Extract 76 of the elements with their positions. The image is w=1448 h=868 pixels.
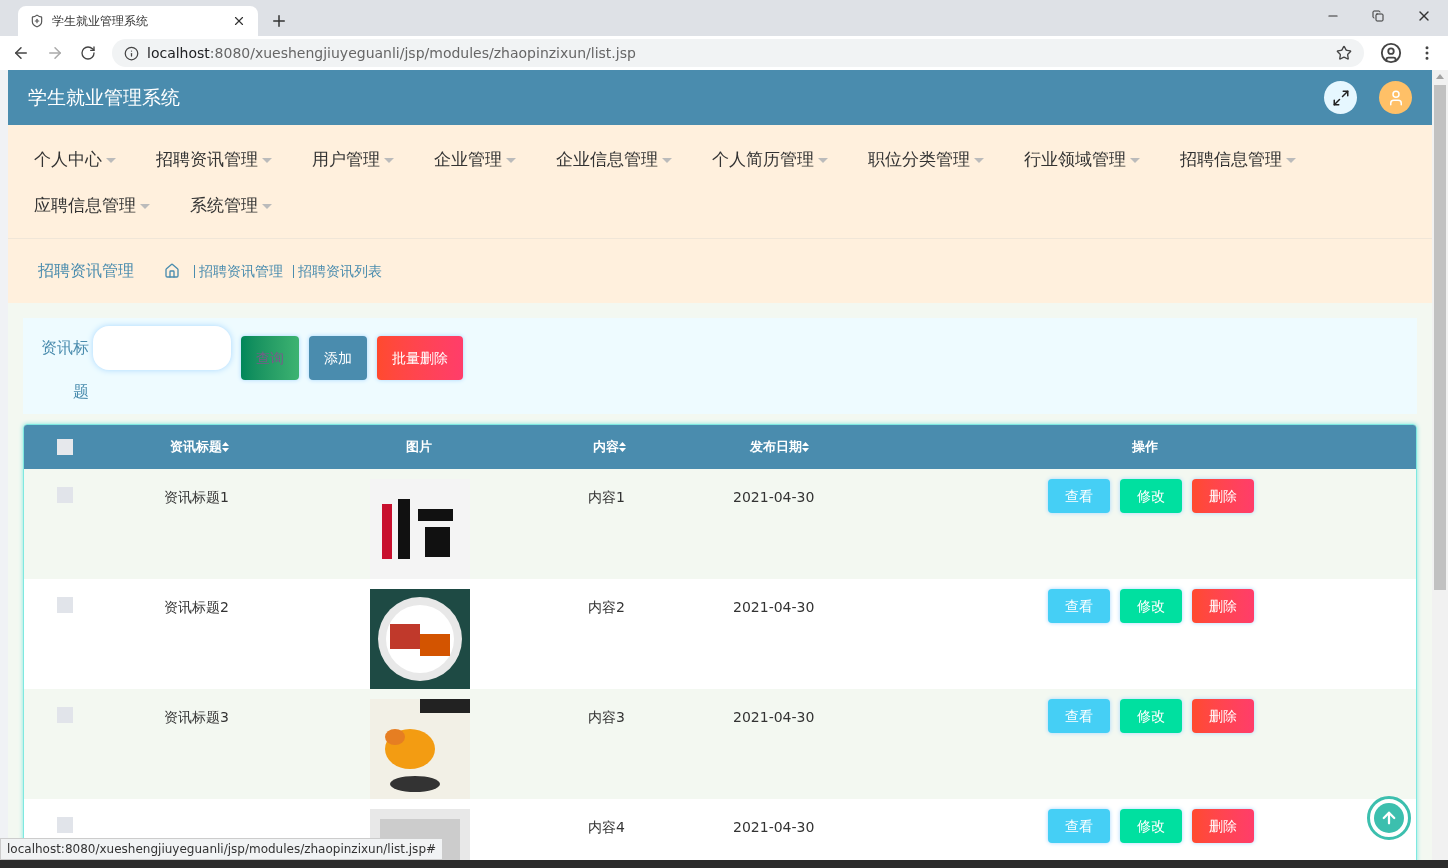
- caret-icon: [662, 157, 672, 163]
- url-text: localhost:8080/xueshengjiuyeguanli/jsp/modules/zhaopinzixun/list.jsp: [147, 43, 637, 63]
- nav-menu-item[interactable]: 招聘信息管理: [1180, 146, 1336, 174]
- table-cell-text: 2021-04-30: [732, 488, 816, 507]
- batch-delete-button[interactable]: 批量删除: [377, 336, 463, 380]
- fullscreen-button[interactable]: [1324, 81, 1357, 114]
- new-tab-icon[interactable]: [270, 12, 288, 30]
- nav-menu-item[interactable]: 应聘信息管理: [34, 192, 190, 220]
- page-title: 招聘资讯管理: [38, 260, 134, 282]
- column-header[interactable]: 资讯标题: [169, 437, 222, 457]
- add-button[interactable]: 添加: [309, 336, 367, 380]
- scroll-up-icon[interactable]: [1436, 74, 1444, 79]
- nav-menu-item[interactable]: 招聘资讯管理: [156, 146, 312, 174]
- title-input[interactable]: [93, 326, 231, 370]
- caret-icon: [1130, 157, 1140, 163]
- table-cell-text: 2021-04-30: [732, 818, 816, 837]
- app-title: 学生就业管理系统: [28, 85, 181, 111]
- nav-menu-item[interactable]: 用户管理: [312, 146, 434, 174]
- breadcrumb-item: 招聘资讯列表: [293, 264, 382, 278]
- caret-icon: [262, 203, 272, 209]
- profile-icon[interactable]: [1380, 42, 1402, 64]
- table-cell-text: 资讯标题2: [163, 598, 230, 617]
- forward-icon[interactable]: [46, 44, 64, 62]
- nav-menu-item[interactable]: 企业信息管理: [556, 146, 712, 174]
- table-cell-text: 2021-04-30: [732, 708, 816, 727]
- delete-button[interactable]: 删除: [1192, 699, 1254, 733]
- row-checkbox[interactable]: [57, 817, 73, 833]
- table-cell-text: 资讯标题1: [163, 488, 230, 507]
- restore-icon[interactable]: [1372, 10, 1384, 22]
- caret-icon: [262, 157, 272, 163]
- table-cell-text: 内容2: [587, 598, 626, 617]
- scrollbar-thumb[interactable]: [1434, 85, 1446, 590]
- nav-menu-item[interactable]: 个人简历管理: [712, 146, 868, 174]
- delete-button[interactable]: 删除: [1192, 809, 1254, 843]
- caret-icon: [818, 157, 828, 163]
- caret-icon: [384, 157, 394, 163]
- caret-icon: [1286, 157, 1296, 163]
- shield-icon: [30, 14, 44, 28]
- table-cell-text: 2021-04-30: [732, 598, 816, 617]
- tab-title: 学生就业管理系统: [52, 13, 149, 30]
- column-header[interactable]: 内容: [592, 437, 619, 457]
- caret-icon: [140, 203, 150, 209]
- sort-icon[interactable]: [801, 442, 809, 452]
- delete-button[interactable]: 删除: [1192, 479, 1254, 513]
- browser-tab[interactable]: 学生就业管理系统: [18, 6, 258, 36]
- avatar-button[interactable]: [1379, 81, 1412, 114]
- table-cell-text: 内容4: [587, 818, 626, 837]
- row-checkbox[interactable]: [57, 597, 73, 613]
- sort-icon[interactable]: [221, 442, 229, 452]
- select-all-checkbox[interactable]: [57, 439, 73, 455]
- caret-icon: [974, 157, 984, 163]
- breadcrumb-item[interactable]: 招聘资讯管理: [194, 264, 283, 278]
- table-cell-text: 内容3: [587, 708, 626, 727]
- column-header: 操作: [1132, 438, 1158, 457]
- sort-icon[interactable]: [618, 442, 626, 452]
- search-label: 资讯标题: [40, 337, 89, 403]
- nav-menu-item[interactable]: 企业管理: [434, 146, 556, 174]
- expand-icon: [1331, 88, 1350, 107]
- reload-icon[interactable]: [80, 45, 96, 61]
- column-header[interactable]: 发布日期: [749, 437, 802, 457]
- nav-menu-item[interactable]: 系统管理: [190, 192, 312, 220]
- table-cell-text: 内容1: [587, 488, 626, 507]
- table-cell-text: 资讯标题3: [163, 708, 230, 727]
- delete-button[interactable]: 删除: [1192, 589, 1254, 623]
- caret-icon: [506, 157, 516, 163]
- caret-icon: [106, 157, 116, 163]
- info-icon: [124, 45, 139, 61]
- close-icon[interactable]: [232, 14, 246, 28]
- nav-menu-item[interactable]: 行业领域管理: [1024, 146, 1180, 174]
- home-icon[interactable]: [164, 263, 180, 279]
- address-bar[interactable]: localhost:8080/xueshengjiuyeguanli/jsp/modules/zhaopinzixun/list.jsp: [112, 39, 1364, 67]
- nav-menu-item[interactable]: 个人中心: [34, 146, 156, 174]
- nav-menu-item[interactable]: 职位分类管理: [868, 146, 1024, 174]
- bookmark-icon[interactable]: [1336, 45, 1352, 61]
- column-header: 图片: [406, 438, 432, 457]
- back-icon[interactable]: [12, 44, 30, 62]
